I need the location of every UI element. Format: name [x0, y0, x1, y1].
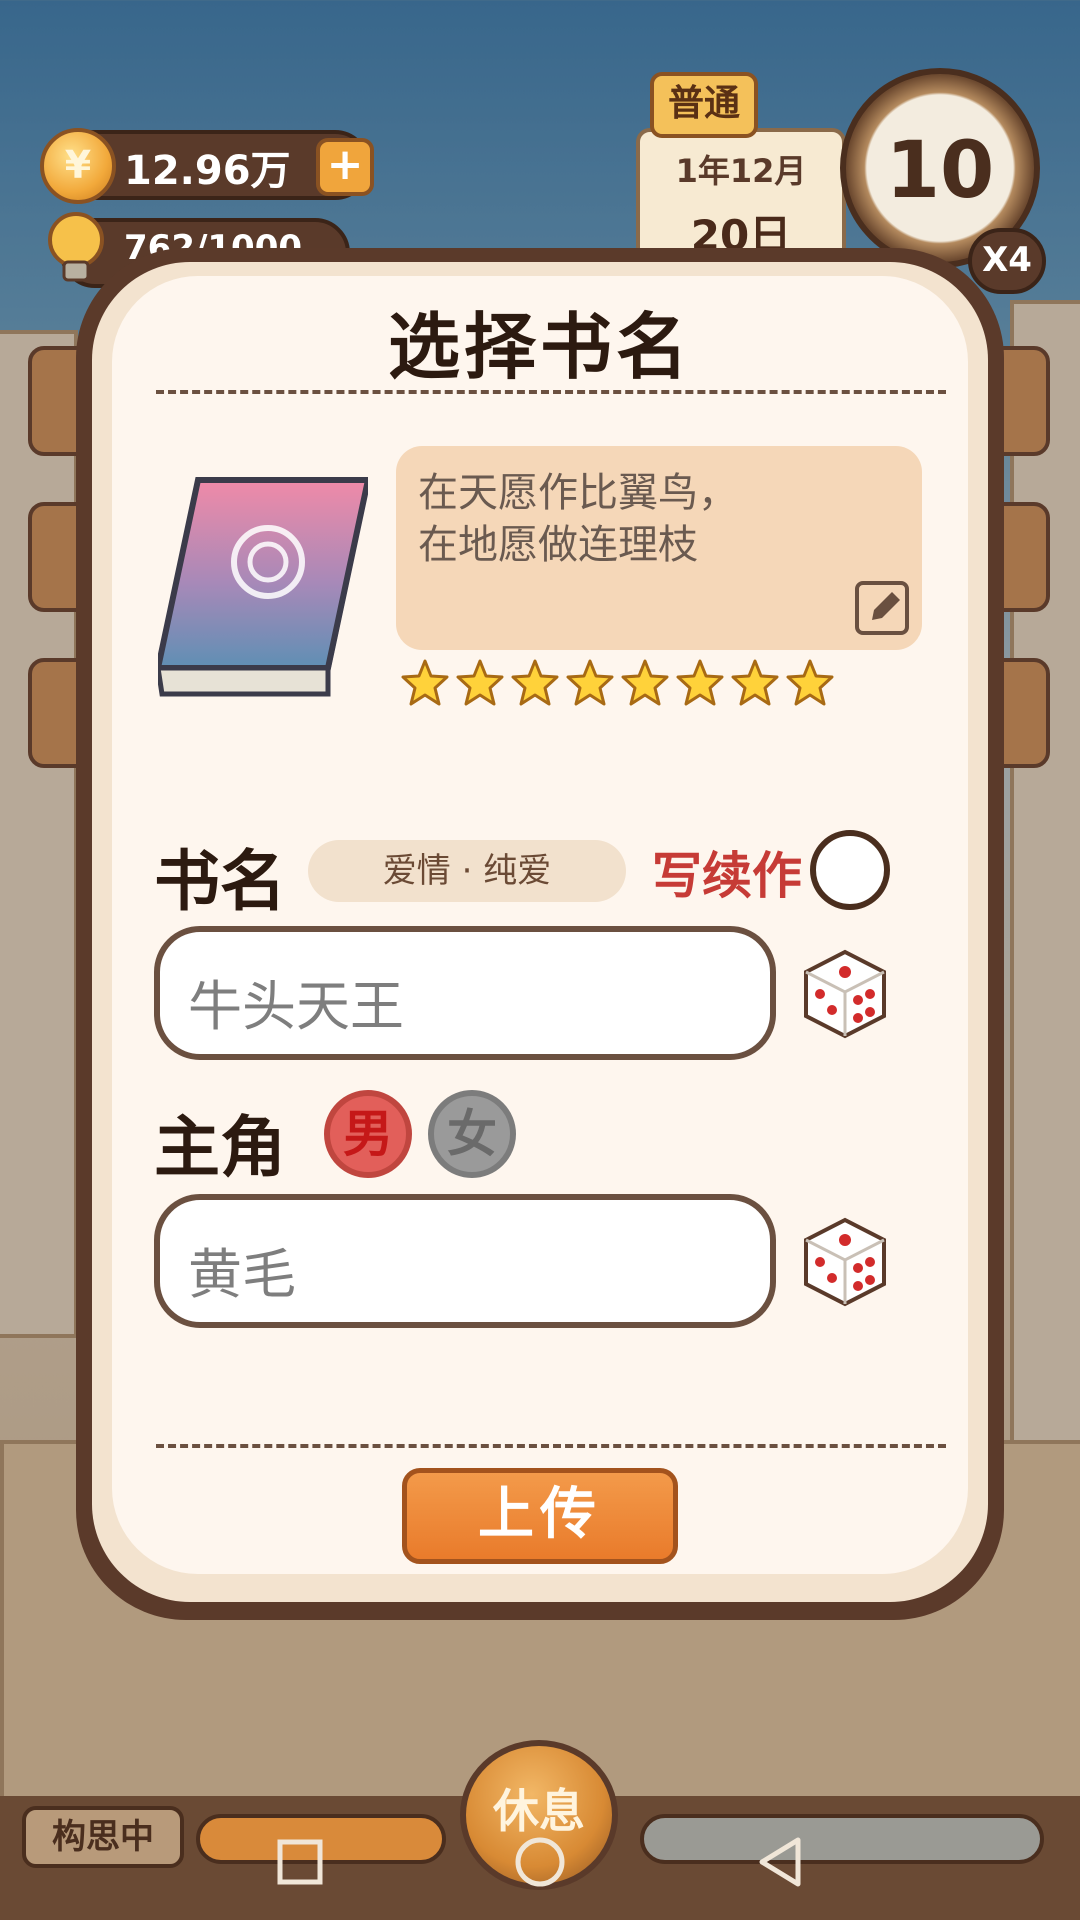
upload-button[interactable]: 上传 — [402, 1468, 678, 1564]
dialog-title: 选择书名 — [387, 305, 692, 389]
protagonist-input[interactable]: 黄毛 — [154, 1194, 776, 1328]
random-name-dice-icon[interactable] — [796, 942, 894, 1040]
genre-tag: 爱情 · 纯爱 — [308, 840, 626, 902]
clock-value: 10 — [885, 126, 995, 216]
divider-top — [156, 390, 946, 394]
star-icon — [401, 659, 449, 706]
divider-bottom — [156, 1444, 946, 1448]
add-money-button[interactable]: + — [316, 138, 374, 196]
book-name-input[interactable]: 牛头天王 — [154, 926, 776, 1060]
speed-button[interactable]: X4 — [968, 228, 1046, 294]
summary-line-1: 在天愿作比翼鸟， — [418, 470, 738, 516]
summary-line-2: 在地愿做连理枝 — [418, 522, 698, 568]
nav-back-icon[interactable] — [750, 1832, 810, 1892]
nav-circle-icon[interactable] — [510, 1832, 570, 1892]
random-protagonist-dice-icon[interactable] — [796, 1210, 894, 1308]
status-tag: 构思中 — [22, 1806, 184, 1868]
protagonist-label: 主角 — [154, 1109, 286, 1186]
progress-bar-right — [640, 1814, 1044, 1864]
money-value: 12.96万 — [124, 148, 291, 194]
star-icon — [621, 659, 669, 706]
book-icon — [158, 477, 368, 697]
star-icon — [676, 659, 724, 706]
calendar-month: 1年12月 — [675, 152, 807, 190]
star-icon — [731, 659, 779, 706]
gender-female-button[interactable]: 女 — [428, 1090, 516, 1178]
protagonist-value: 黄毛 — [188, 1243, 296, 1306]
coin-icon: ¥ — [40, 128, 116, 204]
difficulty-tag: 普通 — [650, 72, 758, 138]
book-name-value: 牛头天王 — [188, 975, 404, 1038]
edit-icon[interactable] — [854, 580, 912, 638]
star-icon — [511, 659, 559, 706]
star-icon — [566, 659, 614, 706]
star-icon — [786, 659, 834, 706]
star-icon — [456, 659, 504, 706]
bulb-icon — [48, 212, 104, 282]
book-name-label: 书名 — [154, 843, 286, 920]
sequel-checkbox[interactable] — [810, 830, 890, 910]
gender-male-button[interactable]: 男 — [324, 1090, 412, 1178]
nav-square-icon[interactable] — [270, 1832, 330, 1892]
sequel-label: 写续作 — [652, 847, 802, 905]
calendar: 1年12月 20日 — [636, 128, 846, 268]
